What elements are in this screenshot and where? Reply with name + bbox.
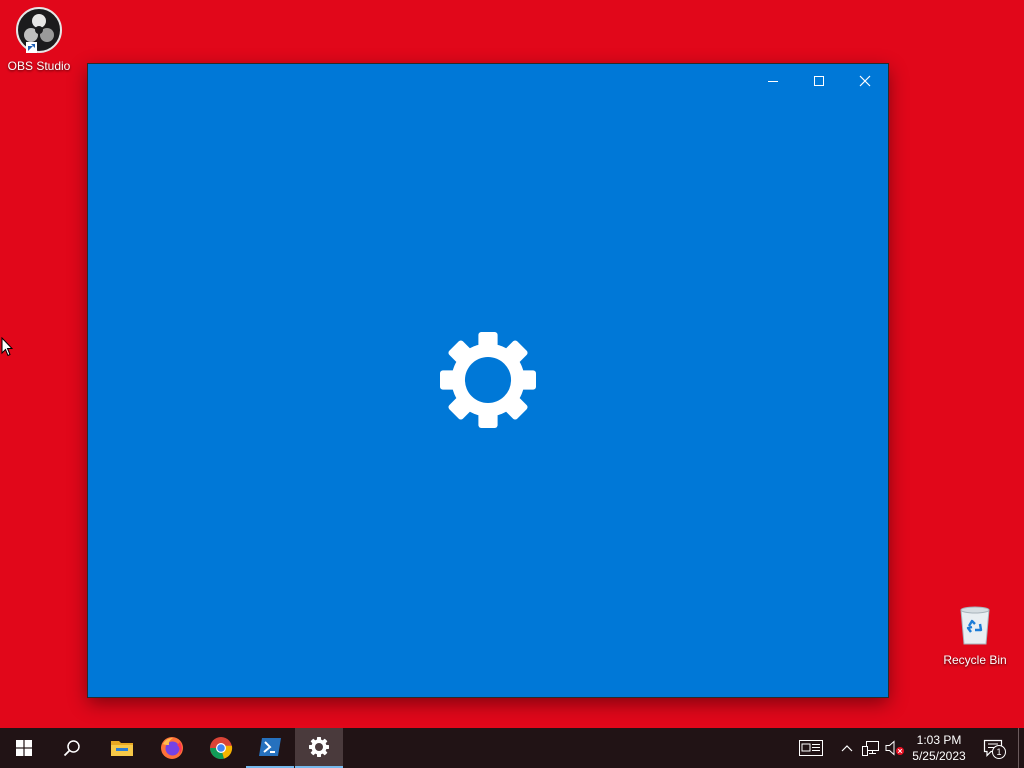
volume-muted-icon [885, 740, 904, 756]
clock-date: 5/25/2023 [912, 749, 966, 763]
firefox-icon [161, 737, 183, 759]
taskbar-app-chrome[interactable] [197, 728, 245, 768]
action-center-button[interactable]: 1 [978, 728, 1008, 768]
desktop: OBS Studio Recycle Bin [0, 0, 1024, 728]
taskbar: 1:03 PM 5/25/2023 1 [0, 728, 1024, 768]
folder-icon [111, 741, 133, 756]
taskbar-app-file-explorer[interactable] [98, 728, 146, 768]
gear-icon [440, 332, 536, 428]
news-icon [799, 740, 823, 756]
desktop-icon-label: OBS Studio [7, 59, 71, 73]
close-button[interactable] [842, 64, 888, 98]
notification-count-badge: 1 [992, 745, 1006, 759]
close-icon [859, 75, 871, 87]
maximize-icon [814, 76, 824, 86]
chevron-up-icon [841, 745, 853, 752]
tray-clock[interactable]: 1:03 PM 5/25/2023 [906, 728, 972, 768]
minimize-icon [768, 81, 778, 82]
mouse-cursor-icon [1, 337, 13, 357]
taskbar-app-settings[interactable] [295, 728, 343, 768]
taskbar-app-firefox[interactable] [148, 728, 196, 768]
chrome-icon [210, 737, 233, 760]
network-icon [862, 741, 879, 756]
settings-window[interactable] [88, 64, 888, 697]
tray-news-and-interests[interactable] [796, 728, 826, 768]
show-hidden-icons-button[interactable] [838, 728, 856, 768]
tray-network[interactable] [860, 728, 882, 768]
desktop-icon-obs-studio[interactable]: OBS Studio [1, 6, 77, 73]
show-desktop-button[interactable] [1018, 728, 1024, 768]
search-button[interactable] [48, 728, 96, 768]
tray-volume[interactable] [884, 728, 906, 768]
minimize-button[interactable] [750, 64, 796, 98]
taskbar-app-powershell[interactable] [246, 728, 294, 768]
desktop-icon-label: Recycle Bin [943, 653, 1007, 667]
gear-icon [309, 737, 329, 757]
recycle-bin-icon [960, 606, 990, 645]
start-button[interactable] [0, 728, 48, 768]
obs-logo-icon [16, 7, 62, 53]
maximize-button[interactable] [796, 64, 842, 98]
search-icon [63, 740, 80, 757]
clock-time: 1:03 PM [916, 733, 962, 747]
powershell-icon [259, 738, 281, 756]
desktop-icon-recycle-bin[interactable]: Recycle Bin [937, 600, 1013, 667]
windows-logo-icon [16, 740, 32, 756]
